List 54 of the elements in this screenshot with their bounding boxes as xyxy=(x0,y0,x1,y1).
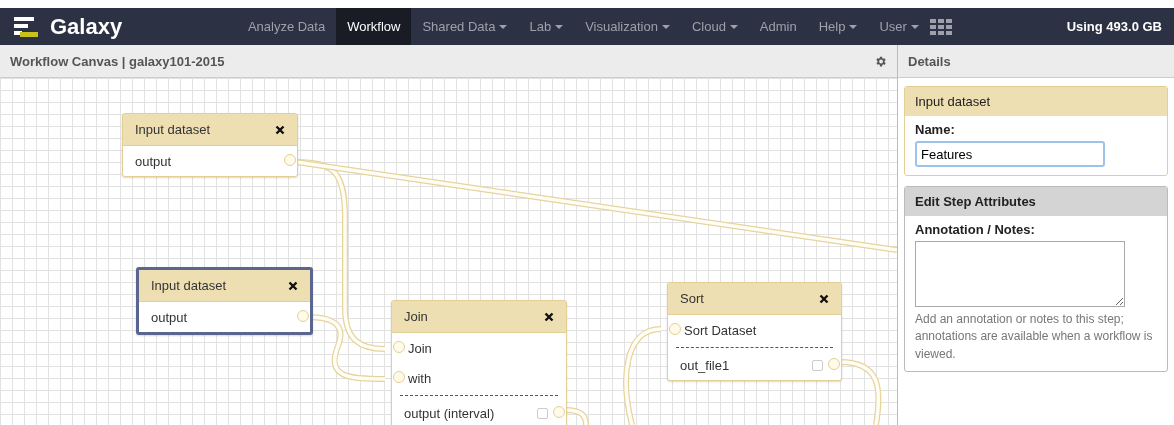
annotation-help: Add an annotation or notes to this step; annotations are available when a workflow is viewed. xyxy=(915,311,1154,363)
close-icon[interactable] xyxy=(544,311,554,322)
canvas-title: Workflow Canvas | galaxy101-2015 xyxy=(10,53,225,69)
node-title: Input dataset xyxy=(135,122,211,137)
node-title: Input dataset xyxy=(151,278,227,293)
usage-text: Using 493.0 GB xyxy=(1066,19,1163,34)
nav-tab[interactable]: User xyxy=(868,8,930,45)
details-title: Details xyxy=(908,53,951,69)
workflow-canvas[interactable]: Input dataset output Input dataset output Join Join with output (interval) Sort Sort Dataset out_file1 xyxy=(0,78,897,425)
workflow-node[interactable]: Input dataset output xyxy=(122,113,298,177)
nav-tab[interactable]: Shared Data xyxy=(411,8,519,45)
input-terminal-icon[interactable] xyxy=(393,371,405,383)
output-terminal-icon[interactable] xyxy=(297,310,309,322)
workflow-node[interactable]: Sort Sort Dataset out_file1 xyxy=(667,282,842,381)
connector-line xyxy=(564,407,589,425)
output-terminal-icon[interactable] xyxy=(828,358,840,370)
name-input[interactable]: Features xyxy=(915,141,1105,167)
workflow-node[interactable]: Join Join with output (interval) xyxy=(391,300,567,425)
attributes-title: Edit Step Attributes xyxy=(905,187,1167,216)
nav-tab[interactable]: Lab xyxy=(518,8,575,45)
nav-tab[interactable]: Visualization xyxy=(574,8,681,45)
nav-tab[interactable]: Admin xyxy=(748,8,808,45)
settings-icon[interactable] xyxy=(874,54,887,68)
output-terminal-icon[interactable] xyxy=(553,406,565,418)
input-terminal-icon[interactable] xyxy=(669,323,681,335)
close-icon[interactable] xyxy=(819,293,829,304)
input-port: with xyxy=(407,370,432,386)
output-port: out_file1 xyxy=(680,357,730,373)
nav-tab[interactable]: Help xyxy=(807,8,869,45)
input-terminal-icon[interactable] xyxy=(393,341,405,353)
nav-tab[interactable]: Analyze Data xyxy=(236,8,337,45)
output-port: output xyxy=(151,309,188,325)
step-title: Input dataset xyxy=(905,87,1167,116)
nav-tab[interactable]: Cloud xyxy=(680,8,749,45)
annotation-label: Annotation / Notes: xyxy=(915,222,1036,237)
annotation-field[interactable] xyxy=(915,241,1125,307)
name-label: Name: xyxy=(915,122,956,137)
output-port: output xyxy=(135,153,172,169)
connector-line xyxy=(839,359,882,425)
logo-icon xyxy=(14,16,38,37)
output-terminal-icon[interactable] xyxy=(284,154,296,166)
workflow-node[interactable]: Input dataset output xyxy=(136,267,313,335)
output-checkbox[interactable] xyxy=(812,359,823,371)
input-port: Join xyxy=(407,340,432,356)
close-icon[interactable] xyxy=(275,124,285,135)
node-title: Join xyxy=(404,309,428,324)
nav-tab[interactable]: Workflow xyxy=(336,8,412,45)
close-icon[interactable] xyxy=(288,280,298,291)
brand-name[interactable]: Galaxy xyxy=(50,13,123,40)
output-checkbox[interactable] xyxy=(537,407,548,419)
output-port: output (interval) xyxy=(404,405,495,421)
input-port: Sort Dataset xyxy=(683,322,757,338)
node-title: Sort xyxy=(680,291,704,306)
grid-icon[interactable] xyxy=(929,18,952,35)
